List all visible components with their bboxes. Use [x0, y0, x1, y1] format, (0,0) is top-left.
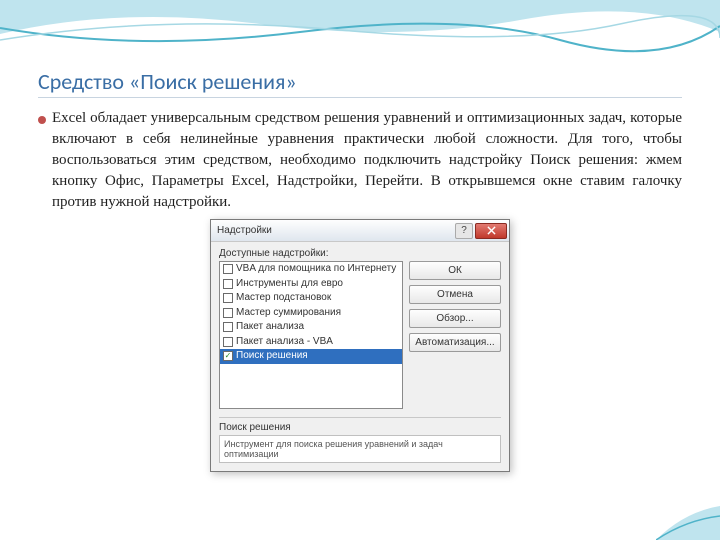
help-button[interactable]: ?: [455, 223, 473, 239]
list-item[interactable]: Поиск решения: [220, 349, 402, 364]
slide-paragraph: Excel обладает универсальным средством р…: [52, 108, 682, 213]
available-addins-label: Доступные надстройки:: [219, 248, 501, 259]
checkbox-icon[interactable]: [223, 337, 233, 347]
checkbox-icon[interactable]: [223, 351, 233, 361]
dialog-title: Надстройки: [217, 225, 272, 236]
close-button[interactable]: [475, 223, 507, 239]
divider: [219, 417, 501, 418]
slide-title: Средство «Поиск решения»: [38, 68, 682, 98]
footer-description: Инструмент для поиска решения уравнений …: [219, 435, 501, 463]
checkbox-icon[interactable]: [223, 308, 233, 318]
ok-button[interactable]: ОК: [409, 261, 501, 280]
automation-button[interactable]: Автоматизация...: [409, 333, 501, 352]
cancel-button[interactable]: Отмена: [409, 285, 501, 304]
bullet-icon: [38, 116, 46, 124]
list-item[interactable]: Мастер суммирования: [220, 306, 402, 321]
list-item[interactable]: Пакет анализа: [220, 320, 402, 335]
checkbox-icon[interactable]: [223, 293, 233, 303]
checkbox-icon[interactable]: [223, 322, 233, 332]
list-item[interactable]: Пакет анализа - VBA: [220, 335, 402, 350]
addins-listbox[interactable]: VBA для помощника по Интернету Инструмен…: [219, 261, 403, 409]
list-item[interactable]: Инструменты для евро: [220, 277, 402, 292]
list-item[interactable]: VBA для помощника по Интернету: [220, 262, 402, 277]
list-item[interactable]: Мастер подстановок: [220, 291, 402, 306]
browse-button[interactable]: Обзор...: [409, 309, 501, 328]
addins-dialog: Надстройки ? Доступные надстройки: VBA д…: [210, 219, 510, 472]
dialog-titlebar: Надстройки ?: [211, 220, 509, 242]
checkbox-icon[interactable]: [223, 279, 233, 289]
footer-label: Поиск решения: [219, 422, 501, 433]
close-icon: [487, 226, 496, 235]
checkbox-icon[interactable]: [223, 264, 233, 274]
